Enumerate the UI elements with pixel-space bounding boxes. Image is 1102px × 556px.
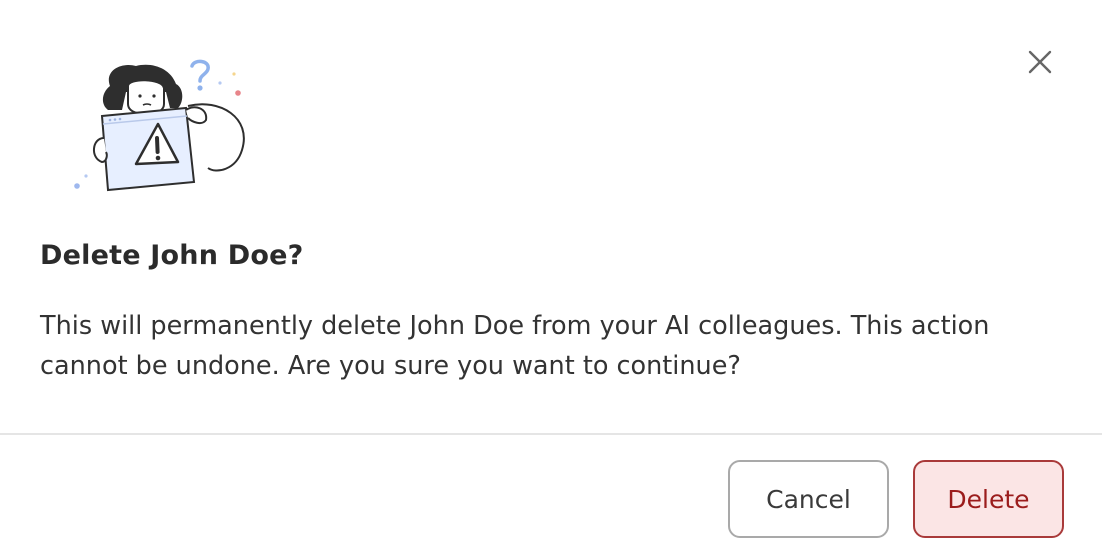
footer-divider <box>0 433 1102 435</box>
delete-confirmation-dialog: Delete John Doe? This will permanently d… <box>0 0 1102 556</box>
dialog-title: Delete John Doe? <box>40 240 304 271</box>
warning-illustration <box>70 58 250 194</box>
close-button[interactable] <box>1020 42 1060 82</box>
close-icon <box>1028 50 1052 74</box>
cancel-button[interactable]: Cancel <box>728 460 889 538</box>
dialog-message: This will permanently delete John Doe fr… <box>40 311 990 381</box>
delete-button[interactable]: Delete <box>913 460 1064 538</box>
